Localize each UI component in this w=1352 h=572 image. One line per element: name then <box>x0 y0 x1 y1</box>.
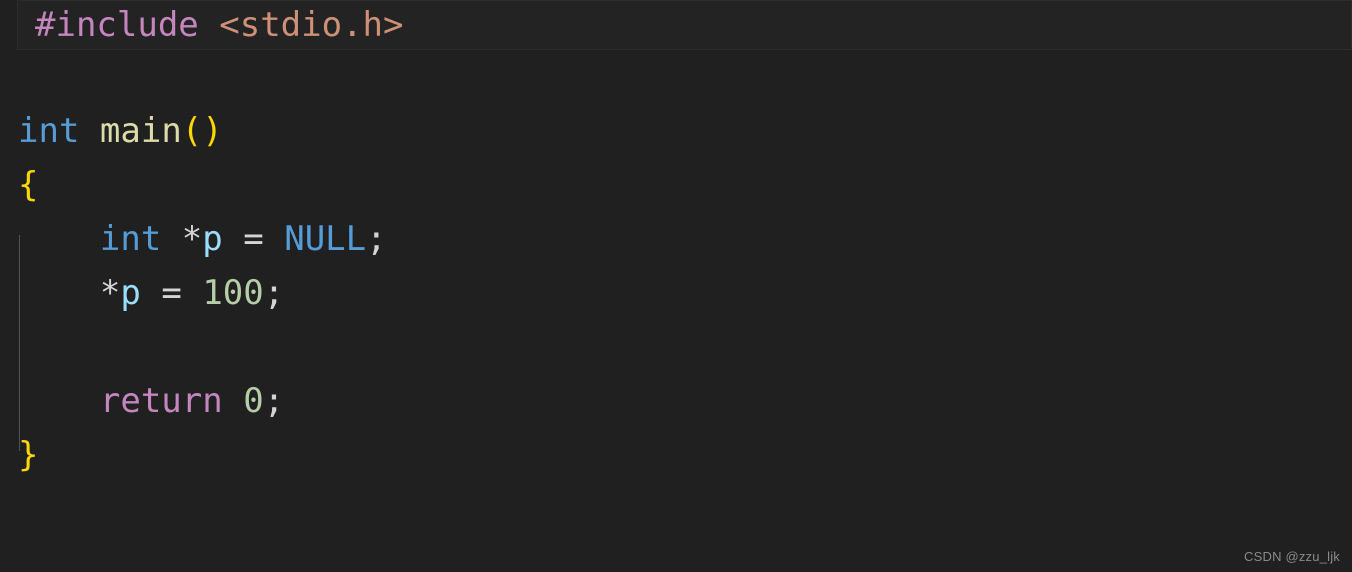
code-line[interactable] <box>0 50 1352 104</box>
code-token-op: * <box>181 219 203 259</box>
code-token-brace: } <box>18 435 39 475</box>
indent-guide <box>19 235 20 451</box>
code-line[interactable]: int main() <box>0 104 1352 158</box>
code-token-brace: { <box>18 165 39 205</box>
code-token-number: 0 <box>243 381 264 421</box>
code-line[interactable]: int *p = NULL; <box>0 212 1352 266</box>
code-token-punct: ; <box>366 219 387 259</box>
code-line[interactable]: } <box>0 428 1352 482</box>
code-token-func: main <box>99 111 182 151</box>
code-line[interactable]: #include <stdio.h> <box>17 0 1352 50</box>
code-token-var: p <box>120 273 141 313</box>
code-token-var: p <box>202 219 223 259</box>
code-token-op: = <box>161 273 182 313</box>
code-token-bracket: () <box>181 111 223 151</box>
code-token-punct: ; <box>263 381 285 421</box>
code-token-keyword-return: return <box>99 381 223 421</box>
code-line[interactable]: { <box>0 158 1352 212</box>
code-token-const: NULL <box>284 219 367 259</box>
code-token-punct: ; <box>263 273 285 313</box>
code-token-op: * <box>99 273 121 313</box>
code-token-include: <stdio.h> <box>219 5 404 45</box>
watermark: CSDN @zzu_ljk <box>1244 549 1340 564</box>
code-line-list: #include <stdio.h> int main() { int *p = … <box>0 0 1352 482</box>
code-token-op: = <box>243 219 264 259</box>
code-token-type: int <box>99 219 162 259</box>
code-line[interactable]: return 0; <box>0 374 1352 428</box>
code-editor[interactable]: #include <stdio.h> int main() { int *p = … <box>0 0 1352 572</box>
code-line[interactable] <box>0 320 1352 374</box>
code-token-preproc: #include <box>35 5 199 45</box>
code-token-type: int <box>18 111 80 151</box>
code-token-number: 100 <box>202 273 264 313</box>
code-surface[interactable]: #include <stdio.h> int main() { int *p = … <box>0 0 1352 572</box>
code-line[interactable]: *p = 100; <box>0 266 1352 320</box>
